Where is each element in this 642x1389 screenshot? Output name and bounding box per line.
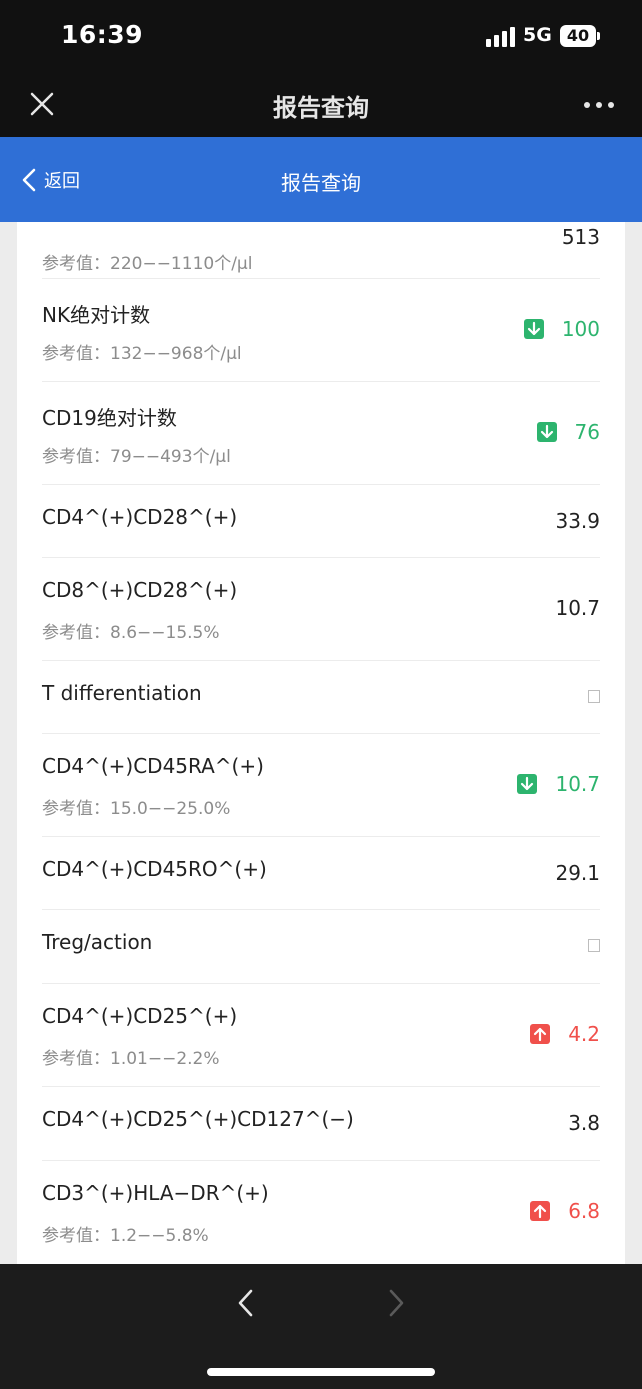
item-value: 6.8 — [530, 1199, 600, 1223]
result-row: CD3^(+)HLA−DR^(+) 参考值：1.2−−5.8% 6.8 — [42, 1161, 600, 1264]
value-number: 6.8 — [568, 1199, 600, 1223]
result-row: 参考值：220−−1110个/µl 513 — [42, 222, 600, 279]
value-number: 513 — [561, 225, 600, 249]
result-row: CD4^(+)CD28^(+) 33.9 — [42, 485, 600, 558]
value-number: 3.8 — [568, 1111, 600, 1135]
home-indicator[interactable] — [207, 1368, 435, 1376]
value-number: 100 — [561, 317, 600, 341]
status-bar: 16:39 5G 40 — [0, 0, 642, 74]
signal-icon — [486, 27, 516, 47]
empty-value-icon — [588, 690, 600, 703]
empty-value-icon — [588, 939, 600, 952]
reference-range: 参考值：132−−968个/µl — [42, 344, 242, 364]
item-value: 4.2 — [530, 1022, 600, 1046]
result-row: CD4^(+)CD25^(+) 参考值：1.01−−2.2% 4.2 — [42, 984, 600, 1087]
result-row: CD4^(+)CD25^(+)CD127^(−) 3.8 — [42, 1087, 600, 1161]
result-row: NK绝对计数 参考值：132−−968个/µl 100 — [42, 279, 600, 382]
item-name: CD8^(+)CD28^(+) — [42, 578, 238, 602]
header-title: 报告查询 — [281, 171, 361, 195]
item-name: CD4^(+)CD25^(+) — [42, 1004, 238, 1028]
value-number: 10.7 — [555, 596, 600, 620]
reference-range: 参考值：79−−493个/µl — [42, 447, 231, 467]
section-name: Treg/action — [42, 930, 153, 954]
battery-icon: 40 — [560, 25, 600, 47]
arrow-down-icon — [523, 319, 544, 339]
item-value — [588, 690, 600, 703]
item-name: CD4^(+)CD28^(+) — [42, 505, 238, 529]
item-value: 3.8 — [568, 1111, 600, 1135]
section-name: T differentiation — [42, 681, 202, 705]
more-icon[interactable] — [584, 102, 614, 110]
report-content[interactable]: 参考值：220−−1110个/µl 513 NK绝对计数 参考值：132−−96… — [0, 222, 642, 1264]
reference-range: 参考值：1.2−−5.8% — [42, 1226, 209, 1246]
item-name: CD19绝对计数 — [42, 406, 177, 430]
result-row: CD8^(+)CD28^(+) 参考值：8.6−−15.5% 10.7 — [42, 558, 600, 661]
item-name: CD4^(+)CD45RO^(+) — [42, 857, 267, 881]
result-row: CD19绝对计数 参考值：79−−493个/µl 76 — [42, 382, 600, 485]
item-name: CD4^(+)CD25^(+)CD127^(−) — [42, 1107, 354, 1131]
value-number: 10.7 — [555, 772, 600, 796]
item-value: 100 — [523, 317, 600, 341]
item-name: CD3^(+)HLA−DR^(+) — [42, 1181, 269, 1205]
item-value: 10.7 — [555, 596, 600, 620]
item-value: 513 — [562, 225, 600, 249]
status-time: 16:39 — [61, 20, 144, 49]
wechat-nav-bar: 报告查询 — [0, 74, 642, 137]
app-header: 返回 报告查询 — [0, 137, 642, 222]
arrow-down-icon — [536, 422, 557, 442]
item-value: 33.9 — [555, 509, 600, 533]
result-row: CD4^(+)CD45RO^(+) 29.1 — [42, 837, 600, 910]
bottom-toolbar — [0, 1264, 642, 1389]
report-card: 参考值：220−−1110个/µl 513 NK绝对计数 参考值：132−−96… — [17, 222, 625, 1264]
arrow-up-icon — [530, 1201, 551, 1221]
page-title: 报告查询 — [273, 94, 369, 122]
chevron-left-icon[interactable] — [232, 1286, 260, 1320]
result-row: CD4^(+)CD45RA^(+) 参考值：15.0−−25.0% 10.7 — [42, 734, 600, 837]
item-name: CD4^(+)CD45RA^(+) — [42, 754, 264, 778]
value-number: 4.2 — [568, 1022, 600, 1046]
section-row: Treg/action — [42, 910, 600, 984]
value-number: 33.9 — [555, 509, 600, 533]
network-type: 5G — [523, 24, 552, 46]
reference-range: 参考值：220−−1110个/µl — [42, 254, 253, 274]
item-name: NK绝对计数 — [42, 303, 151, 327]
value-number: 29.1 — [555, 861, 600, 885]
reference-range: 参考值：8.6−−15.5% — [42, 623, 220, 643]
arrow-up-icon — [530, 1024, 551, 1044]
item-value — [588, 939, 600, 952]
reference-range: 参考值：15.0−−25.0% — [42, 799, 231, 819]
reference-range: 参考值：1.01−−2.2% — [42, 1049, 220, 1069]
item-value: 29.1 — [555, 861, 600, 885]
item-value: 76 — [536, 420, 600, 444]
item-value: 10.7 — [517, 772, 600, 796]
value-number: 76 — [574, 420, 600, 444]
section-row: T differentiation — [42, 661, 600, 734]
chevron-right-icon[interactable] — [382, 1286, 410, 1320]
arrow-down-icon — [517, 774, 538, 794]
